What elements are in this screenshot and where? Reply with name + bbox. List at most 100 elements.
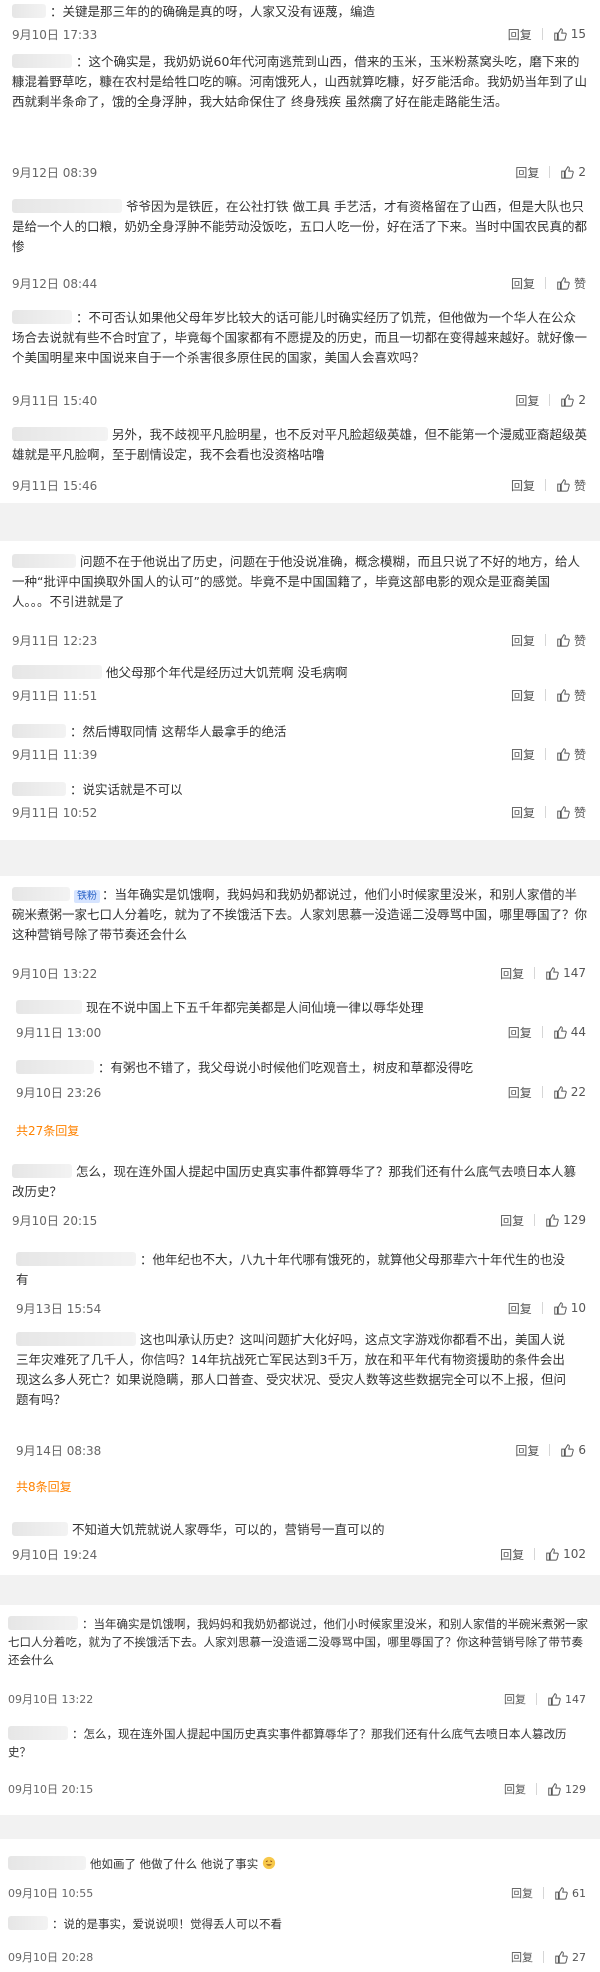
section-divider: [0, 503, 600, 541]
divider: [534, 967, 536, 979]
like-button[interactable]: 129: [547, 1782, 586, 1796]
view-more-replies-link[interactable]: 共8条回复: [16, 1478, 72, 1495]
comment-item: ：关键是那三年的的确确是真的呀，人家又没有诬蔑，编造 9月10日 17:33 回…: [0, 0, 600, 48]
divider: [541, 1086, 543, 1098]
like-button[interactable]: 2: [560, 393, 586, 407]
username-blurred[interactable]: [8, 1916, 48, 1930]
username-blurred[interactable]: [12, 199, 122, 213]
reply-button[interactable]: 回复: [511, 477, 535, 494]
reply-button[interactable]: 回复: [511, 632, 535, 649]
reply-button[interactable]: 回复: [511, 687, 535, 704]
username-blurred[interactable]: [16, 1252, 136, 1266]
reply-button[interactable]: 回复: [500, 965, 524, 982]
like-button[interactable]: 赞: [556, 746, 586, 763]
like-button[interactable]: 61: [554, 1886, 586, 1900]
divider: [534, 1548, 536, 1560]
like-button[interactable]: 129: [545, 1213, 586, 1227]
comment-actions: 回复 147: [504, 1691, 586, 1707]
username-blurred[interactable]: [12, 4, 46, 18]
view-more-replies-link[interactable]: 共27条回复: [16, 1122, 79, 1139]
thumbs-up-icon: [561, 1444, 575, 1457]
like-count: 赞: [573, 688, 586, 703]
comment-actions: 回复 6: [515, 1442, 586, 1458]
like-button[interactable]: 2: [560, 165, 586, 179]
username-blurred[interactable]: [16, 1000, 82, 1014]
username-blurred[interactable]: [12, 1164, 72, 1178]
username-blurred[interactable]: [8, 1726, 68, 1740]
username-blurred[interactable]: [12, 554, 76, 568]
comment-actions: 回复 147: [500, 965, 586, 981]
like-button[interactable]: 10: [553, 1301, 586, 1315]
username-blurred[interactable]: [16, 1060, 94, 1074]
username-blurred[interactable]: [12, 310, 72, 324]
comment-text: ：这个确实是，我奶奶说60年代河南逃荒到山西，借来的玉米，玉米粉蒸窝头吃，磨下来…: [12, 54, 588, 109]
username-blurred[interactable]: [12, 782, 66, 796]
reply-button[interactable]: 回复: [511, 1949, 533, 1965]
username-blurred[interactable]: [12, 887, 70, 901]
reply-button[interactable]: 回复: [500, 1546, 524, 1563]
reply-button[interactable]: 回复: [511, 275, 535, 292]
like-count: 6: [578, 1443, 586, 1457]
like-button[interactable]: 147: [545, 966, 586, 980]
like-button[interactable]: 147: [547, 1692, 586, 1706]
reply-button[interactable]: 回复: [515, 164, 539, 181]
comment-text: ：说的是事实，爱说说呗！觉得丢人可以不看: [8, 1915, 588, 1933]
comment-time: 9月10日 19:24: [12, 1548, 98, 1562]
like-count: 2: [578, 165, 586, 179]
like-button[interactable]: 赞: [556, 477, 586, 494]
like-count: 27: [572, 1950, 586, 1964]
like-button[interactable]: 赞: [556, 687, 586, 704]
username-blurred[interactable]: [12, 665, 102, 679]
comment-time: 09月10日 10:55: [8, 1887, 94, 1900]
comment-item: 铁粉 ：当年确实是饥饿啊，我妈妈和我奶奶都说过，他们小时候家里没米，和别人家借的半…: [0, 885, 600, 985]
like-button[interactable]: 22: [553, 1085, 586, 1099]
like-button[interactable]: 赞: [556, 804, 586, 821]
reply-button[interactable]: 回复: [511, 746, 535, 763]
reply-button[interactable]: 回复: [504, 1781, 526, 1797]
comment-text: ：怎么，现在连外国人提起中国历史真实事件都算辱华了？那我们还有什么底气去喷日本人…: [8, 1726, 567, 1759]
username-blurred[interactable]: [12, 427, 108, 441]
like-button[interactable]: 27: [554, 1950, 586, 1964]
like-count: 22: [570, 1085, 586, 1099]
username-blurred[interactable]: [8, 1616, 78, 1630]
reply-button[interactable]: 回复: [511, 1885, 533, 1901]
thumbs-up-icon: [557, 277, 570, 290]
thumbs-up-icon: [553, 1302, 567, 1315]
divider: [543, 1951, 544, 1963]
comment-actions: 回复 赞: [511, 804, 586, 820]
like-button[interactable]: 44: [553, 1025, 586, 1039]
comment-time: 9月12日 08:39: [12, 166, 98, 180]
comment-actions: 回复 129: [504, 1781, 586, 1797]
thumbs-up-icon: [553, 28, 567, 41]
reply-button[interactable]: 回复: [515, 392, 539, 409]
reply-button[interactable]: 回复: [508, 1300, 532, 1317]
reply-button[interactable]: 回复: [511, 804, 535, 821]
thumbs-up-icon: [557, 806, 570, 819]
like-button[interactable]: 102: [545, 1547, 586, 1561]
comment-actions: 回复 102: [500, 1546, 586, 1562]
comment-actions: 回复 赞: [511, 632, 586, 648]
reply-button[interactable]: 回复: [508, 1024, 532, 1041]
like-button[interactable]: 15: [553, 27, 586, 41]
reply-button[interactable]: 回复: [508, 26, 532, 43]
like-button[interactable]: 赞: [556, 632, 586, 649]
username-blurred[interactable]: [12, 1522, 68, 1536]
username-blurred[interactable]: [12, 724, 66, 738]
divider: [549, 166, 551, 178]
reply-item: 这也叫承认历史？这叫问题扩大化好吗，这点文字游戏你都看不出，美国人说三年灾难死了…: [0, 1330, 600, 1460]
comment-time: 9月10日 23:26: [16, 1086, 102, 1100]
comment-text: 爷爷因为是铁匠，在公社打铁 做工具 手艺活，才有资格留在了山西，但是大队也只是给…: [12, 199, 588, 254]
reply-button[interactable]: 回复: [500, 1212, 524, 1229]
divider: [544, 634, 546, 646]
comment-item: 爷爷因为是铁匠，在公社打铁 做工具 手艺活，才有资格留在了山西，但是大队也只是给…: [0, 195, 600, 295]
username-blurred[interactable]: [8, 1856, 86, 1870]
comment-text: 他如画了 他做了什么 他说了事实: [8, 1855, 588, 1873]
reply-button[interactable]: 回复: [515, 1442, 539, 1459]
username-blurred[interactable]: [16, 1332, 136, 1346]
reply-button[interactable]: 回复: [504, 1691, 526, 1707]
reply-button[interactable]: 回复: [508, 1084, 532, 1101]
thumbs-up-icon: [546, 1548, 559, 1561]
like-button[interactable]: 6: [560, 1443, 586, 1457]
like-button[interactable]: 赞: [556, 275, 586, 292]
username-blurred[interactable]: [12, 54, 72, 68]
